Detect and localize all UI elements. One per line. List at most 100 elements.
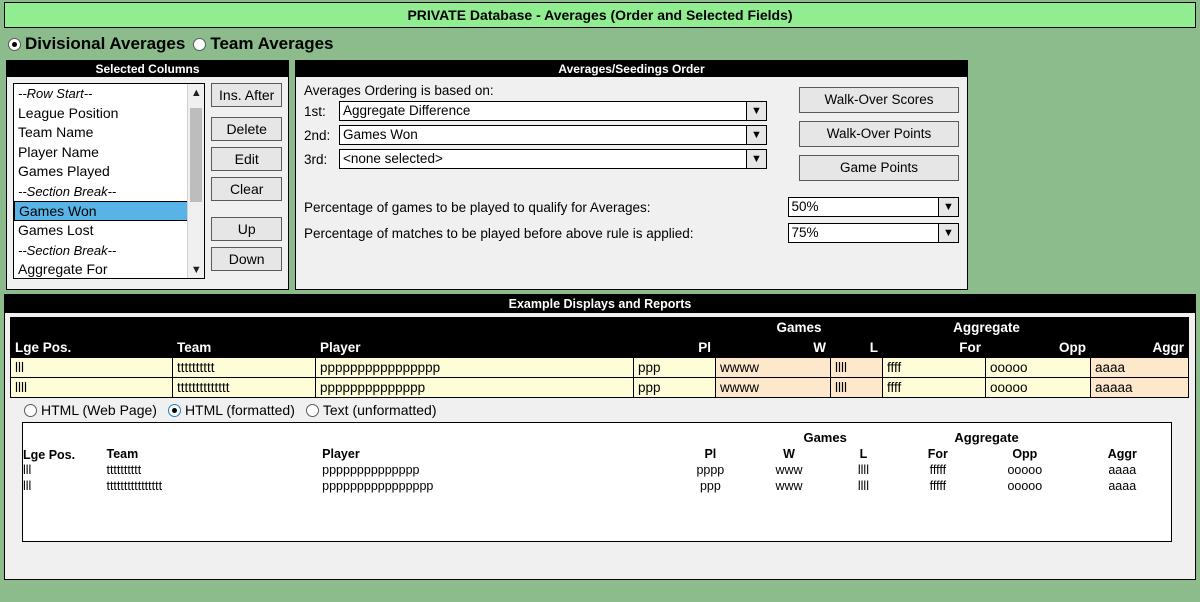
list-item[interactable]: --Row Start-- [14, 84, 204, 104]
radio-icon-html-web[interactable] [24, 403, 37, 417]
preview-group-header-row: Games Aggregate [23, 429, 1171, 446]
column-header-l[interactable]: L [830, 337, 883, 358]
table-header-row: Lge Pos. Team Player Pl W L For Opp Aggr [10, 337, 1190, 358]
column-header-for[interactable]: For [882, 337, 986, 358]
order-select-1-value: Aggregate Difference [343, 103, 471, 118]
radio-icon-text-unformatted[interactable] [305, 403, 319, 417]
up-button[interactable]: Up [211, 217, 282, 241]
list-item[interactable]: --Section Break-- [14, 182, 204, 202]
chevron-down-icon[interactable]: ▼ [746, 102, 766, 120]
scroll-up-icon[interactable]: ▲ [188, 84, 204, 101]
group-header-blank-right [1090, 317, 1190, 338]
column-list: --Row Start-- League Position Team Name … [14, 84, 205, 278]
preview-group-aggregate: Aggregate [954, 430, 1019, 445]
radio-html-formatted[interactable]: HTML (formatted) [167, 402, 295, 418]
list-item[interactable]: Games Played [14, 162, 204, 182]
selected-columns-listbox[interactable]: --Row Start-- League Position Team Name … [13, 83, 206, 279]
group-header-games: Games [715, 317, 883, 338]
preview-cell-w: www [775, 463, 803, 477]
preview-cell-l: llll [857, 463, 869, 477]
preview-row: lll tttttttttt pppppppppppppp pppp www l… [23, 462, 1171, 478]
radio-label-divisional: Divisional Averages [25, 34, 186, 53]
mode-radio-group: Divisional Averages Team Averages [0, 28, 1200, 60]
selected-columns-body: --Row Start-- League Position Team Name … [7, 77, 288, 285]
preview-group-games: Games [803, 430, 847, 445]
walk-over-scores-button[interactable]: Walk-Over Scores [799, 87, 959, 113]
edit-button[interactable]: Edit [211, 147, 282, 171]
percentage-select-1[interactable]: 50% ▼ [787, 197, 959, 217]
averages-order-title: Averages/Seedings Order [296, 61, 967, 77]
down-button[interactable]: Down [211, 247, 282, 271]
radio-icon-team[interactable] [193, 37, 207, 51]
order-select-1[interactable]: Aggregate Difference ▼ [339, 101, 767, 121]
walk-over-points-button[interactable]: Walk-Over Points [799, 121, 959, 147]
group-header-aggregate: Aggregate [881, 317, 1092, 338]
preview-row: lll tttttttttttttttt pppppppppppppppp pp… [23, 478, 1171, 494]
radio-team-averages[interactable]: Team Averages [193, 34, 334, 54]
preview-group-blank2 [106, 429, 322, 446]
report-preview-pane[interactable]: Games Aggregate Lge Pos. Team Player Pl … [22, 422, 1172, 542]
clear-button[interactable]: Clear [211, 177, 282, 201]
column-header-lge-pos[interactable]: Lge Pos. [10, 337, 173, 358]
list-item[interactable]: --Section Break-- [14, 241, 204, 261]
chevron-down-icon[interactable]: ▼ [746, 150, 766, 168]
scrollbar-thumb[interactable] [190, 108, 203, 202]
percentage-select-2[interactable]: 75% ▼ [787, 223, 959, 243]
cell-l: llll [830, 357, 883, 378]
list-item[interactable]: League Position [14, 104, 204, 124]
column-header-aggr[interactable]: Aggr [1090, 337, 1190, 358]
column-header-w[interactable]: W [715, 337, 831, 358]
list-item-selected[interactable]: Games Won [14, 201, 205, 221]
order-select-3[interactable]: <none selected> ▼ [339, 149, 767, 169]
radio-icon-divisional[interactable] [8, 37, 21, 51]
list-item[interactable]: Team Name [14, 123, 204, 143]
averages-order-panel: Averages/Seedings Order Averages Orderin… [295, 60, 968, 290]
cell-player: pppppppppppppp [315, 377, 634, 398]
radio-html-web-page[interactable]: HTML (Web Page) [24, 402, 157, 418]
listbox-scrollbar[interactable]: ▲ ▼ [187, 84, 205, 278]
page-title: PRIVATE Database - Averages (Order and S… [407, 7, 793, 23]
radio-label-html-web: HTML (Web Page) [41, 402, 157, 418]
scoring-buttons: Walk-Over Scores Walk-Over Points Game P… [799, 87, 959, 189]
column-header-player[interactable]: Player [315, 337, 634, 358]
column-header-opp[interactable]: Opp [984, 337, 1092, 358]
chevron-down-icon[interactable]: ▼ [746, 126, 766, 144]
cell-opp: ooooo [984, 357, 1092, 378]
cell-for: ffff [882, 357, 986, 378]
preview-group-blank3 [322, 429, 670, 446]
list-item[interactable]: Aggregate For [14, 260, 204, 278]
ins-after-button[interactable]: Ins. After [211, 83, 282, 107]
order-select-2[interactable]: Games Won ▼ [339, 125, 767, 145]
radio-label-team: Team Averages [210, 34, 334, 53]
column-header-team[interactable]: Team [172, 337, 316, 358]
top-panels-row: Selected Columns --Row Start-- League Po… [0, 60, 1200, 290]
preview-col-aggr: Aggr [1107, 447, 1137, 461]
game-points-button[interactable]: Game Points [799, 155, 959, 181]
order-label-1: 1st: [304, 103, 326, 119]
column-action-buttons: Ins. After Delete Edit Clear Up Down [211, 83, 282, 279]
column-header-pl[interactable]: Pl [633, 337, 716, 358]
delete-button[interactable]: Delete [211, 117, 282, 141]
preview-cell-pl: pppp [696, 463, 725, 477]
preview-cell-aggr: aaaa [1108, 479, 1137, 493]
preview-cell-aggr: aaaa [1108, 463, 1137, 477]
selected-columns-panel: Selected Columns --Row Start-- League Po… [6, 60, 289, 290]
cell-w: wwww [715, 357, 831, 378]
list-item[interactable]: Player Name [14, 143, 204, 163]
radio-label-text-unformatted: Text (unformatted) [322, 402, 437, 418]
preview-group-blank5 [1074, 429, 1171, 446]
preview-col-player: Player [322, 447, 360, 461]
cell-lge-pos: llll [10, 377, 173, 398]
chevron-down-icon[interactable]: ▼ [938, 224, 958, 242]
percentage-row-1: Percentage of games to be played to qual… [304, 197, 959, 217]
order-label-3: 3rd: [304, 151, 328, 167]
table-group-header-row: Games Aggregate [10, 317, 1190, 338]
radio-text-unformatted[interactable]: Text (unformatted) [305, 402, 437, 418]
preview-cell-pl: ppp [699, 479, 721, 493]
cell-opp: ooooo [984, 377, 1092, 398]
chevron-down-icon[interactable]: ▼ [938, 198, 958, 216]
list-item[interactable]: Games Lost [14, 221, 204, 241]
radio-icon-html-formatted[interactable] [167, 403, 181, 417]
radio-divisional-averages[interactable]: Divisional Averages [8, 34, 185, 54]
scroll-down-icon[interactable]: ▼ [188, 261, 204, 278]
